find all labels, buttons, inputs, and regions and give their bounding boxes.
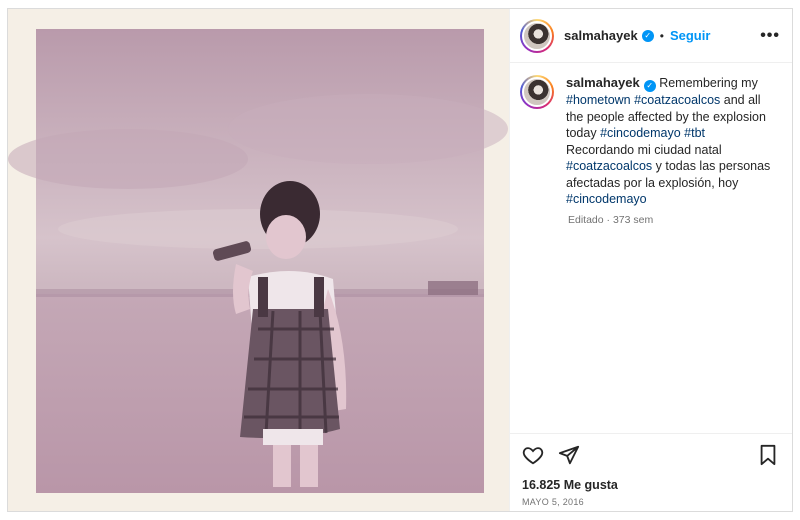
vintage-beach-photo xyxy=(8,9,509,511)
separator-dot: • xyxy=(659,28,664,43)
hashtag-link[interactable]: #hometown xyxy=(566,93,631,107)
likes-count[interactable]: 16.825 Me gusta xyxy=(522,478,778,492)
hashtag-link[interactable]: #cincodemayo xyxy=(566,192,647,206)
caption-username[interactable]: salmahayek xyxy=(566,75,640,90)
caption-block: salmahayek ✓ Remembering my #hometown #co… xyxy=(510,63,792,208)
edited-timestamp: Editado · 373 sem xyxy=(568,213,654,226)
bookmark-icon[interactable] xyxy=(758,444,778,466)
verified-badge-icon: ✓ xyxy=(641,29,654,42)
post-photo[interactable] xyxy=(8,9,510,511)
caption-segment: Recordando mi ciudad natal xyxy=(566,142,722,157)
caption-segment: Remembering my xyxy=(655,76,758,90)
heart-icon[interactable] xyxy=(522,444,544,466)
post-header: salmahayek ✓ • Seguir ••• xyxy=(510,9,792,63)
verified-badge-icon: ✓ xyxy=(643,80,656,92)
hashtag-link[interactable]: #tbt xyxy=(684,126,705,140)
hashtag-link[interactable]: #coatzacoalcos xyxy=(566,159,652,173)
post-dialog: salmahayek ✓ • Seguir ••• salmahayek ✓ Re… xyxy=(7,8,793,512)
hashtag-link[interactable]: #cincodemayo xyxy=(600,126,681,140)
caption-text: salmahayek ✓ Remembering my #hometown #co… xyxy=(566,75,772,208)
paper-plane-icon[interactable] xyxy=(558,444,580,466)
post-date: MAYO 5, 2016 xyxy=(522,497,584,507)
more-options-icon[interactable]: ••• xyxy=(760,27,780,45)
post-sidebar: salmahayek ✓ • Seguir ••• salmahayek ✓ Re… xyxy=(510,9,792,511)
username[interactable]: salmahayek xyxy=(564,28,638,43)
hashtag-link[interactable]: #coatzacoalcos xyxy=(634,93,720,107)
avatar[interactable] xyxy=(520,18,554,53)
follow-button[interactable]: Seguir xyxy=(670,28,710,43)
caption-avatar[interactable] xyxy=(520,75,554,109)
post-actions: 16.825 Me gusta MAYO 5, 2016 xyxy=(510,433,792,511)
